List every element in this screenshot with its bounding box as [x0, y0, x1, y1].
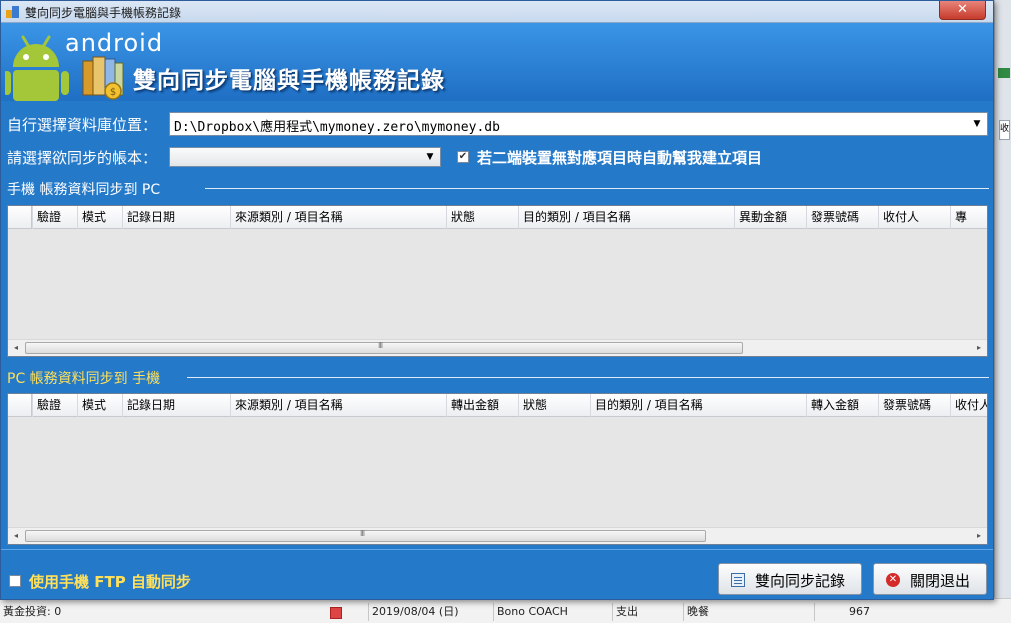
- android-robot-icon: [5, 35, 69, 101]
- background-delete-icon: [330, 607, 342, 619]
- background-cell: 黃金投資: 0: [3, 605, 62, 618]
- chevron-down-icon[interactable]: ▼: [422, 149, 438, 165]
- sync-button-label: 雙向同步記錄: [755, 572, 846, 590]
- background-cell: Bono COACH: [493, 603, 611, 621]
- app-icon: [6, 5, 20, 19]
- sync-dialog-window: 雙向同步電腦與手機帳務記錄 ✕ android $ 雙向同步電腦與手機帳務記錄 …: [0, 0, 994, 600]
- grid-header-row: 驗證 模式 記錄日期 來源類別 / 項目名稱 狀態 目的類別 / 項目名稱 異動…: [8, 206, 987, 229]
- section-title: 手機 帳務資料同步到 PC: [7, 182, 161, 198]
- column-header[interactable]: 記錄日期: [122, 206, 230, 229]
- auto-create-checkbox[interactable]: ✔: [457, 151, 469, 163]
- title-bar[interactable]: 雙向同步電腦與手機帳務記錄 ✕: [1, 1, 993, 23]
- column-header[interactable]: 模式: [77, 394, 122, 417]
- column-header[interactable]: 異動金額: [734, 206, 806, 229]
- section-divider: [205, 188, 989, 189]
- exit-button-label: 關閉退出: [910, 572, 971, 590]
- books-coin-icon: $: [82, 56, 124, 100]
- column-header[interactable]: 專: [950, 206, 987, 229]
- background-green-marker: [998, 68, 1010, 78]
- chevron-down-icon[interactable]: ▼: [969, 114, 985, 134]
- column-header[interactable]: 發票號碼: [806, 206, 878, 229]
- column-header[interactable]: 轉出金額: [446, 394, 518, 417]
- section-header-phone-to-pc: 手機 帳務資料同步到 PC: [5, 179, 989, 198]
- background-cell: 2019/08/04 (日): [368, 603, 492, 621]
- column-header[interactable]: 記錄日期: [122, 394, 230, 417]
- background-cell: 晚餐: [683, 603, 813, 621]
- horizontal-scrollbar[interactable]: ◂ III ▸: [8, 527, 987, 544]
- account-combobox[interactable]: ▼: [169, 147, 441, 167]
- section-divider: [187, 377, 989, 378]
- column-header[interactable]: 發票號碼: [878, 394, 950, 417]
- banner-title: 雙向同步電腦與手機帳務記錄: [133, 68, 445, 94]
- column-header[interactable]: 模式: [77, 206, 122, 229]
- phone-to-pc-grid[interactable]: 驗證 模式 記錄日期 來源類別 / 項目名稱 狀態 目的類別 / 項目名稱 異動…: [7, 205, 988, 357]
- horizontal-scrollbar[interactable]: ◂ III ▸: [8, 339, 987, 356]
- db-path-combobox[interactable]: D:\Dropbox\應用程式\mymoney.zero\mymoney.db …: [169, 112, 988, 136]
- grid-header-row: 驗證 模式 記錄日期 來源類別 / 項目名稱 轉出金額 狀態 目的類別 / 項目…: [8, 394, 987, 417]
- column-header[interactable]: 轉入金額: [806, 394, 878, 417]
- background-cell: 967: [814, 603, 874, 621]
- background-cell: 支出: [612, 603, 682, 621]
- scroll-grip-icon: III: [360, 529, 365, 538]
- footer-divider: [1, 549, 993, 550]
- window-close-button[interactable]: ✕: [939, 1, 986, 20]
- scroll-right-arrow-icon[interactable]: ▸: [971, 528, 987, 544]
- header-banner: android $ 雙向同步電腦與手機帳務記錄: [1, 23, 993, 101]
- two-way-sync-button[interactable]: 雙向同步記錄: [718, 563, 862, 595]
- scroll-left-arrow-icon[interactable]: ◂: [8, 528, 24, 544]
- svg-text:$: $: [110, 87, 116, 98]
- grid-corner: [8, 394, 32, 417]
- background-app-right-edge: 收: [994, 0, 1011, 623]
- column-header[interactable]: 目的類別 / 項目名稱: [590, 394, 806, 417]
- scroll-thumb[interactable]: [25, 530, 706, 542]
- column-header[interactable]: 驗證: [32, 206, 77, 229]
- window-title: 雙向同步電腦與手機帳務記錄: [25, 6, 182, 20]
- pc-to-phone-grid[interactable]: 驗證 模式 記錄日期 來源類別 / 項目名稱 轉出金額 狀態 目的類別 / 項目…: [7, 393, 988, 545]
- column-header[interactable]: 收付人: [950, 394, 987, 417]
- background-tab: 收: [999, 120, 1010, 140]
- scroll-right-arrow-icon[interactable]: ▸: [971, 340, 987, 356]
- ftp-sync-label: 使用手機 FTP 自動同步: [29, 573, 191, 591]
- background-app-row: 黃金投資: 0 2019/08/04 (日) Bono COACH 支出 晚餐 …: [0, 598, 1011, 623]
- section-title: PC 帳務資料同步到 手機: [7, 371, 161, 387]
- db-path-value: D:\Dropbox\應用程式\mymoney.zero\mymoney.db: [174, 120, 500, 135]
- auto-create-label: 若二端裝置無對應項目時自動幫我建立項目: [477, 149, 763, 167]
- close-icon: ✕: [886, 573, 900, 587]
- column-header[interactable]: 收付人: [878, 206, 950, 229]
- section-header-pc-to-phone: PC 帳務資料同步到 手機: [5, 368, 989, 387]
- close-exit-button[interactable]: ✕ 關閉退出: [873, 563, 987, 595]
- scroll-grip-icon: III: [378, 341, 383, 350]
- column-header[interactable]: 狀態: [518, 394, 590, 417]
- scroll-left-arrow-icon[interactable]: ◂: [8, 340, 24, 356]
- ftp-sync-checkbox[interactable]: [9, 575, 21, 587]
- column-header[interactable]: 狀態: [446, 206, 518, 229]
- grid-corner: [8, 206, 32, 229]
- column-header[interactable]: 驗證: [32, 394, 77, 417]
- list-icon: [731, 573, 745, 587]
- account-select-label: 請選擇欲同步的帳本：: [7, 149, 158, 167]
- scroll-thumb[interactable]: [25, 342, 743, 354]
- column-header[interactable]: 來源類別 / 項目名稱: [230, 206, 446, 229]
- db-location-label: 自行選擇資料庫位置：: [7, 116, 158, 134]
- column-header[interactable]: 來源類別 / 項目名稱: [230, 394, 446, 417]
- column-header[interactable]: 目的類別 / 項目名稱: [518, 206, 734, 229]
